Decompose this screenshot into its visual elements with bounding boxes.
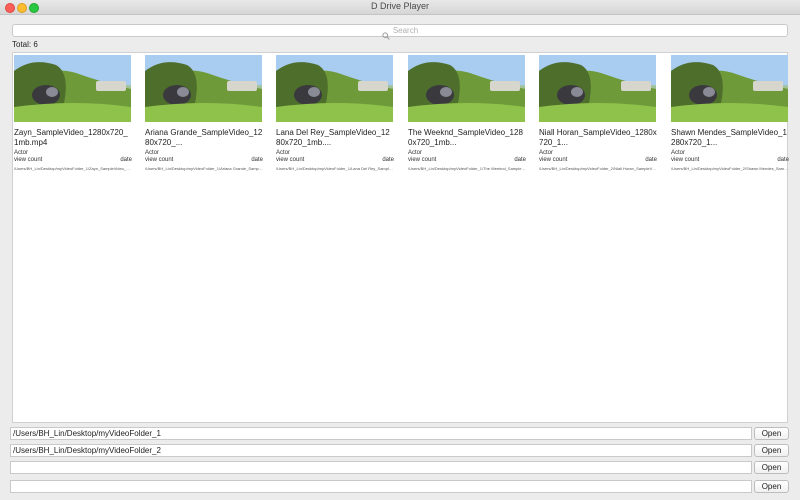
video-card[interactable]: Shawn Mendes_SampleVideo_1280x720_1... A…	[671, 55, 789, 171]
folder-row-1: /Users/BH_Lin/Desktop/myVideoFolder_1 Op…	[10, 427, 789, 441]
open-button[interactable]: Open	[754, 444, 789, 457]
folder-path-field[interactable]	[10, 480, 752, 493]
open-button[interactable]: Open	[754, 427, 789, 440]
video-view-count: view count	[145, 157, 174, 163]
video-path: /Users/BH_Lin/Desktop/myVideoFolder_1/Ar…	[145, 166, 263, 171]
video-view-count: view count	[539, 157, 568, 163]
video-thumbnail[interactable]	[671, 55, 788, 122]
video-card[interactable]: Ariana Grande_SampleVideo_1280x720_... A…	[145, 55, 263, 171]
search-icon	[382, 27, 390, 40]
video-card[interactable]: The Weeknd_SampleVideo_1280x720_1mb... A…	[408, 55, 526, 171]
folder-path-field[interactable]	[10, 461, 752, 474]
video-view-count: view count	[408, 157, 437, 163]
video-actor: Actor	[276, 150, 291, 156]
video-path: /Users/BH_Lin/Desktop/myVideoFolder_2/Sh…	[671, 166, 789, 171]
video-view-count: view count	[276, 157, 305, 163]
video-path: /Users/BH_Lin/Desktop/myVideoFolder_1/La…	[276, 166, 394, 171]
window-title: D Drive Player	[370, 1, 429, 11]
video-thumbnail[interactable]	[408, 55, 525, 122]
folder-row-4: Open	[10, 480, 789, 494]
video-title: Ariana Grande_SampleVideo_1280x720_...	[145, 128, 263, 147]
folder-path-field[interactable]: /Users/BH_Lin/Desktop/myVideoFolder_1	[10, 427, 752, 440]
video-path: /Users/BH_Lin/Desktop/myVideoFolder_2/Ni…	[539, 166, 657, 171]
video-thumbnail[interactable]	[145, 55, 262, 122]
video-card[interactable]: Lana Del Rey_SampleVideo_1280x720_1mb...…	[276, 55, 394, 171]
folder-row-2: /Users/BH_Lin/Desktop/myVideoFolder_2 Op…	[10, 444, 789, 458]
video-date: date	[251, 157, 263, 163]
video-title: The Weeknd_SampleVideo_1280x720_1mb...	[408, 128, 523, 147]
open-button[interactable]: Open	[754, 480, 789, 493]
video-thumbnail[interactable]	[539, 55, 656, 122]
video-actor: Actor	[408, 150, 423, 156]
search-field[interactable]: Search	[12, 24, 788, 40]
title-bar: D Drive Player	[0, 0, 800, 15]
video-date: date	[645, 157, 657, 163]
search-placeholder: Search	[392, 26, 419, 35]
video-actor: Actor	[145, 150, 160, 156]
video-title: Lana Del Rey_SampleVideo_1280x720_1mb...…	[276, 128, 390, 147]
video-path: /Users/BH_Lin/Desktop/myVideoFolder_1/Th…	[408, 166, 526, 171]
video-card[interactable]: Zayn_SampleVideo_1280x720_1mb.mp4 Actor …	[14, 55, 132, 171]
video-grid: Zayn_SampleVideo_1280x720_1mb.mp4 Actor …	[12, 52, 789, 423]
video-view-count: view count	[14, 157, 43, 163]
video-date: date	[120, 157, 132, 163]
video-path: /Users/BH_Lin/Desktop/myVideoFolder_1/Za…	[14, 166, 132, 171]
video-thumbnail[interactable]	[14, 55, 131, 122]
video-title: Zayn_SampleVideo_1280x720_1mb.mp4	[14, 128, 128, 147]
video-title: Niall Horan_SampleVideo_1280x720_1...	[539, 128, 657, 147]
open-button[interactable]: Open	[754, 461, 789, 474]
video-date: date	[514, 157, 526, 163]
folder-row-3: Open	[10, 461, 789, 475]
video-date: date	[777, 157, 789, 163]
video-actor: Actor	[14, 150, 29, 156]
total-count: Total: 6	[12, 40, 38, 49]
video-title: Shawn Mendes_SampleVideo_1280x720_1...	[671, 128, 787, 147]
video-view-count: view count	[671, 157, 700, 163]
video-actor: Actor	[671, 150, 686, 156]
video-actor: Actor	[539, 150, 554, 156]
video-date: date	[382, 157, 394, 163]
video-card[interactable]: Niall Horan_SampleVideo_1280x720_1... Ac…	[539, 55, 657, 171]
folder-path-field[interactable]: /Users/BH_Lin/Desktop/myVideoFolder_2	[10, 444, 752, 457]
video-thumbnail[interactable]	[276, 55, 393, 122]
